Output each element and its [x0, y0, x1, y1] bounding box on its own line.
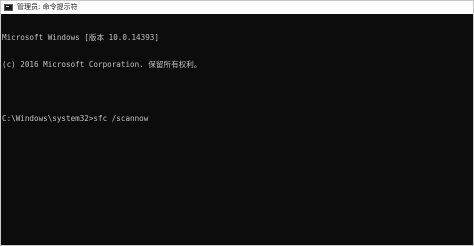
- window-title: 管理员: 命令提示符: [17, 3, 78, 11]
- console-line-blank: [2, 87, 473, 96]
- console-output[interactable]: Microsoft Windows [版本 10.0.14393] (c) 20…: [1, 14, 473, 245]
- console-line-version: Microsoft Windows [版本 10.0.14393]: [2, 33, 159, 42]
- title-bar[interactable]: 管理员: 命令提示符: [1, 1, 473, 14]
- console-line-copyright: (c) 2016 Microsoft Corporation. 保留所有权利。: [2, 60, 202, 69]
- console-prompt-command[interactable]: C:\Windows\system32>sfc /scannow: [2, 114, 473, 123]
- console-icon[interactable]: [4, 4, 13, 11]
- command-prompt-window[interactable]: 管理员: 命令提示符 Microsoft Windows [版本 10.0.14…: [0, 0, 474, 246]
